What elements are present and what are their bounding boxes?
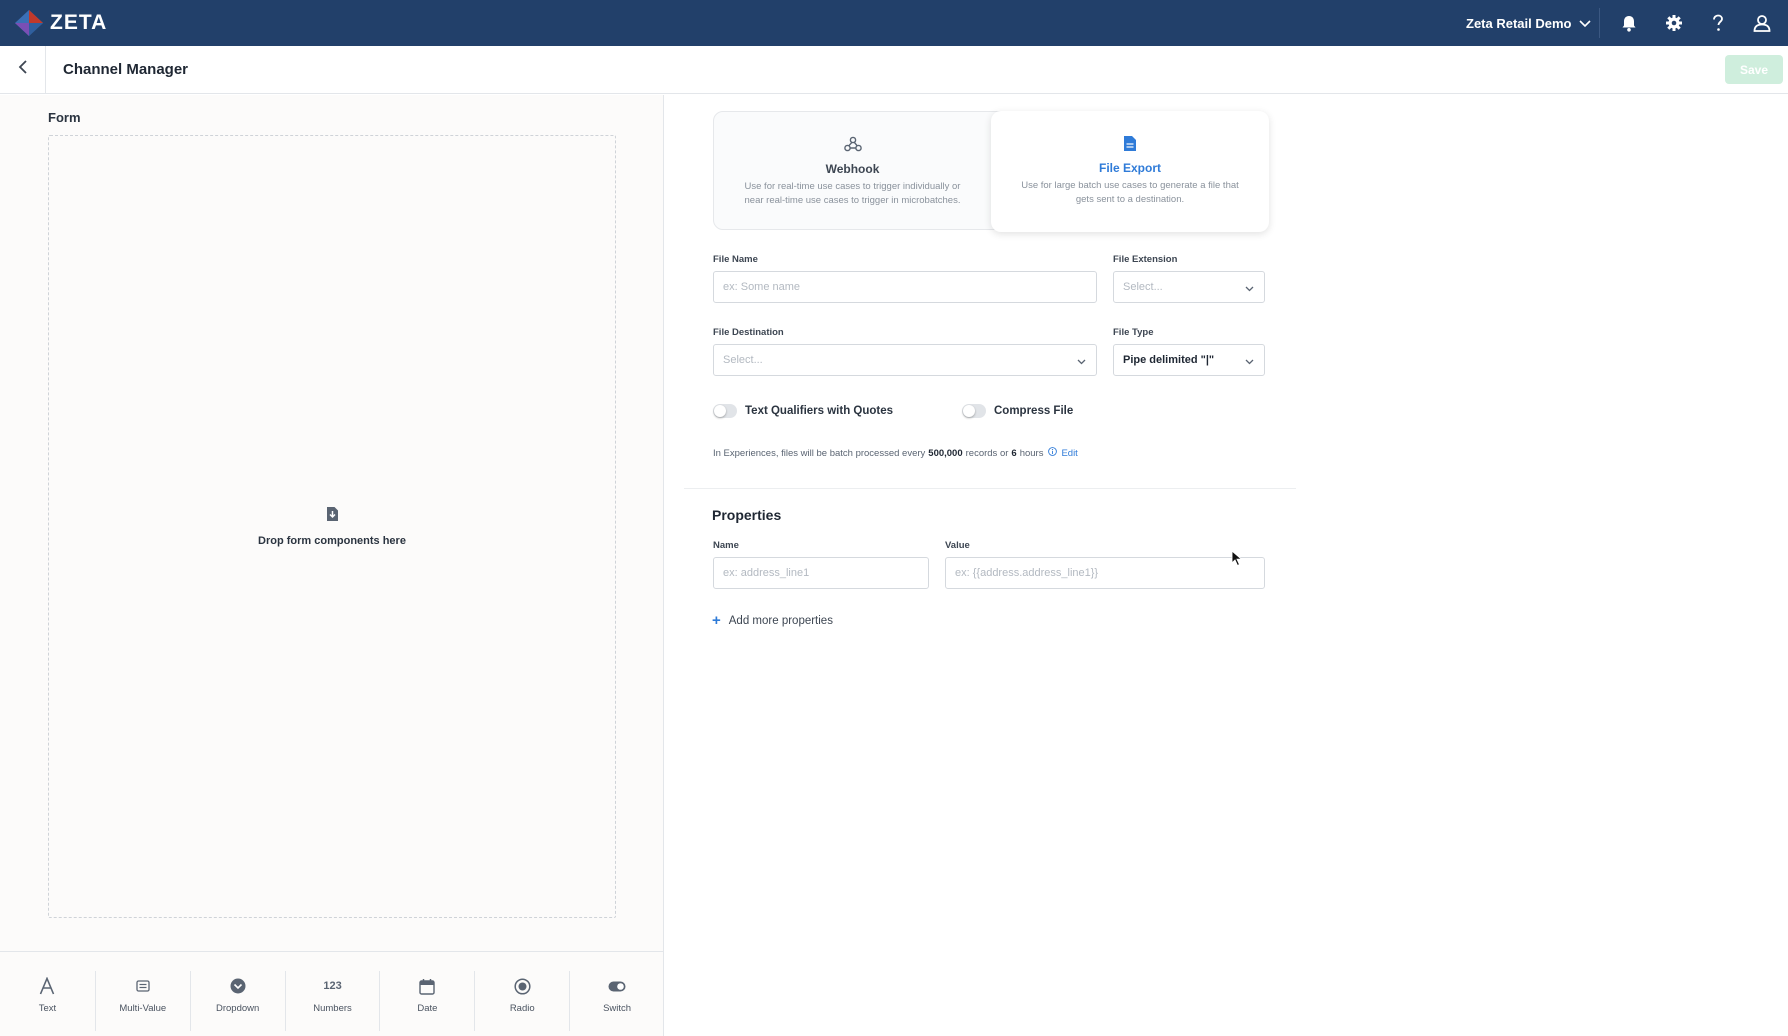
bell-icon[interactable]	[1618, 12, 1640, 34]
property-name-label: Name	[713, 540, 739, 551]
file-extension-label: File Extension	[1113, 254, 1178, 265]
batch-middle: records or	[965, 447, 1009, 459]
property-value-input[interactable]	[945, 557, 1265, 589]
webhook-icon	[714, 136, 991, 154]
chevron-down-icon	[1245, 356, 1254, 368]
topbar-divider	[1599, 8, 1600, 38]
toggle-label: Compress File	[994, 405, 1074, 417]
toggle-switch[interactable]	[713, 404, 737, 418]
batch-suffix: hours	[1019, 447, 1044, 459]
edit-batch-link[interactable]: Edit	[1061, 448, 1077, 459]
multi-value-icon	[136, 975, 150, 997]
file-download-icon	[326, 507, 339, 526]
chevron-down-icon	[1077, 356, 1086, 368]
org-switcher[interactable]: Zeta Retail Demo	[1466, 0, 1592, 46]
file-name-label: File Name	[713, 254, 758, 265]
plus-icon: +	[712, 612, 721, 629]
channel-type-file-export[interactable]: File Export Use for large batch use case…	[991, 111, 1269, 232]
brand-name: ZETA	[50, 11, 108, 34]
back-button[interactable]	[0, 46, 46, 93]
select-placeholder: Select...	[1123, 281, 1163, 293]
info-icon	[1048, 447, 1058, 459]
form-dropzone[interactable]: Drop form components here	[48, 135, 616, 918]
numbers-icon: 123	[323, 975, 341, 997]
palette-item-switch[interactable]: Switch	[569, 971, 664, 1031]
palette-label: Date	[417, 1003, 438, 1014]
switch-icon	[608, 975, 626, 997]
select-placeholder: Select...	[723, 354, 763, 366]
add-more-properties-button[interactable]: + Add more properties	[712, 612, 833, 629]
section-divider	[684, 488, 1296, 489]
properties-title: Properties	[712, 507, 782, 523]
palette-label: Text	[38, 1003, 57, 1014]
batch-processing-note: In Experiences, files will be batch proc…	[713, 447, 1078, 459]
toggle-label: Text Qualifiers with Quotes	[745, 405, 894, 417]
file-type-select[interactable]: Pipe delimited "|"	[1113, 344, 1265, 376]
palette-item-radio[interactable]: Radio	[474, 971, 569, 1031]
org-name: Zeta Retail Demo	[1466, 15, 1572, 31]
help-icon[interactable]	[1707, 12, 1729, 34]
palette-item-numbers[interactable]: 123 Numbers	[284, 971, 380, 1031]
palette-label: Radio	[509, 1003, 535, 1014]
card-title: File Export	[1098, 161, 1161, 175]
chevron-down-icon	[1245, 283, 1254, 295]
gear-icon[interactable]	[1663, 12, 1685, 34]
property-name-input[interactable]	[713, 557, 929, 589]
chevron-down-icon	[1571, 16, 1592, 31]
channel-type-selector: Webhook Use for real-time use cases to t…	[713, 111, 1269, 232]
palette-label: Dropdown	[215, 1003, 260, 1014]
brand[interactable]: ZETA	[14, 9, 107, 37]
toggle-switch[interactable]	[962, 404, 986, 418]
file-extension-select[interactable]: Select...	[1113, 271, 1265, 303]
text-icon	[39, 975, 55, 997]
page-header: Channel Manager Save	[0, 46, 1788, 94]
file-destination-label: File Destination	[713, 327, 784, 338]
file-destination-select[interactable]: Select...	[713, 344, 1097, 376]
file-type-label: File Type	[1113, 327, 1154, 338]
form-label: Form	[48, 110, 81, 125]
form-builder-panel: Form Drop form components here Text Mult…	[0, 95, 664, 1036]
user-icon[interactable]	[1751, 12, 1773, 34]
palette-label: Numbers	[313, 1003, 352, 1014]
channel-type-webhook[interactable]: Webhook Use for real-time use cases to t…	[714, 112, 991, 231]
card-title: Webhook	[825, 162, 880, 176]
property-value-label: Value	[945, 540, 970, 551]
batch-prefix: In Experiences, files will be batch proc…	[713, 447, 926, 459]
batch-records: 500,000	[928, 447, 963, 459]
cursor-icon	[1231, 550, 1243, 572]
zeta-logo-icon	[14, 9, 44, 37]
palette-item-text[interactable]: Text	[0, 971, 95, 1031]
dropzone-content: Drop form components here	[49, 506, 615, 547]
radio-icon	[514, 975, 531, 997]
select-value: Pipe delimited "|"	[1123, 354, 1215, 366]
dropdown-icon	[230, 975, 246, 997]
palette-label: Switch	[603, 1003, 632, 1014]
numbers-glyph: 123	[323, 980, 342, 992]
palette-item-multi-value[interactable]: Multi-Value	[94, 971, 190, 1031]
batch-hours: 6	[1011, 447, 1017, 459]
text-qualifiers-toggle[interactable]: Text Qualifiers with Quotes	[713, 404, 893, 418]
save-button[interactable]: Save	[1725, 55, 1783, 84]
card-description: Use for real-time use cases to trigger i…	[744, 181, 961, 206]
palette-item-date[interactable]: Date	[379, 971, 474, 1031]
top-navigation-bar: ZETA Zeta Retail Demo	[0, 0, 1788, 46]
palette-label: Multi-Value	[119, 1003, 167, 1014]
file-name-input[interactable]	[713, 271, 1097, 303]
compress-file-toggle[interactable]: Compress File	[962, 404, 1073, 418]
dropzone-text: Drop form components here	[258, 535, 406, 547]
page-title: Channel Manager	[63, 61, 189, 78]
file-icon	[991, 135, 1269, 153]
palette-divider	[0, 951, 664, 952]
card-description: Use for large batch use cases to generat…	[1021, 180, 1239, 205]
palette-item-dropdown[interactable]: Dropdown	[189, 971, 285, 1031]
calendar-icon	[419, 975, 436, 997]
component-palette: Text Multi-Value Dropdown 123 Numbers Da…	[0, 971, 664, 1031]
add-more-label: Add more properties	[728, 614, 833, 627]
back-arrow-icon	[18, 60, 28, 79]
